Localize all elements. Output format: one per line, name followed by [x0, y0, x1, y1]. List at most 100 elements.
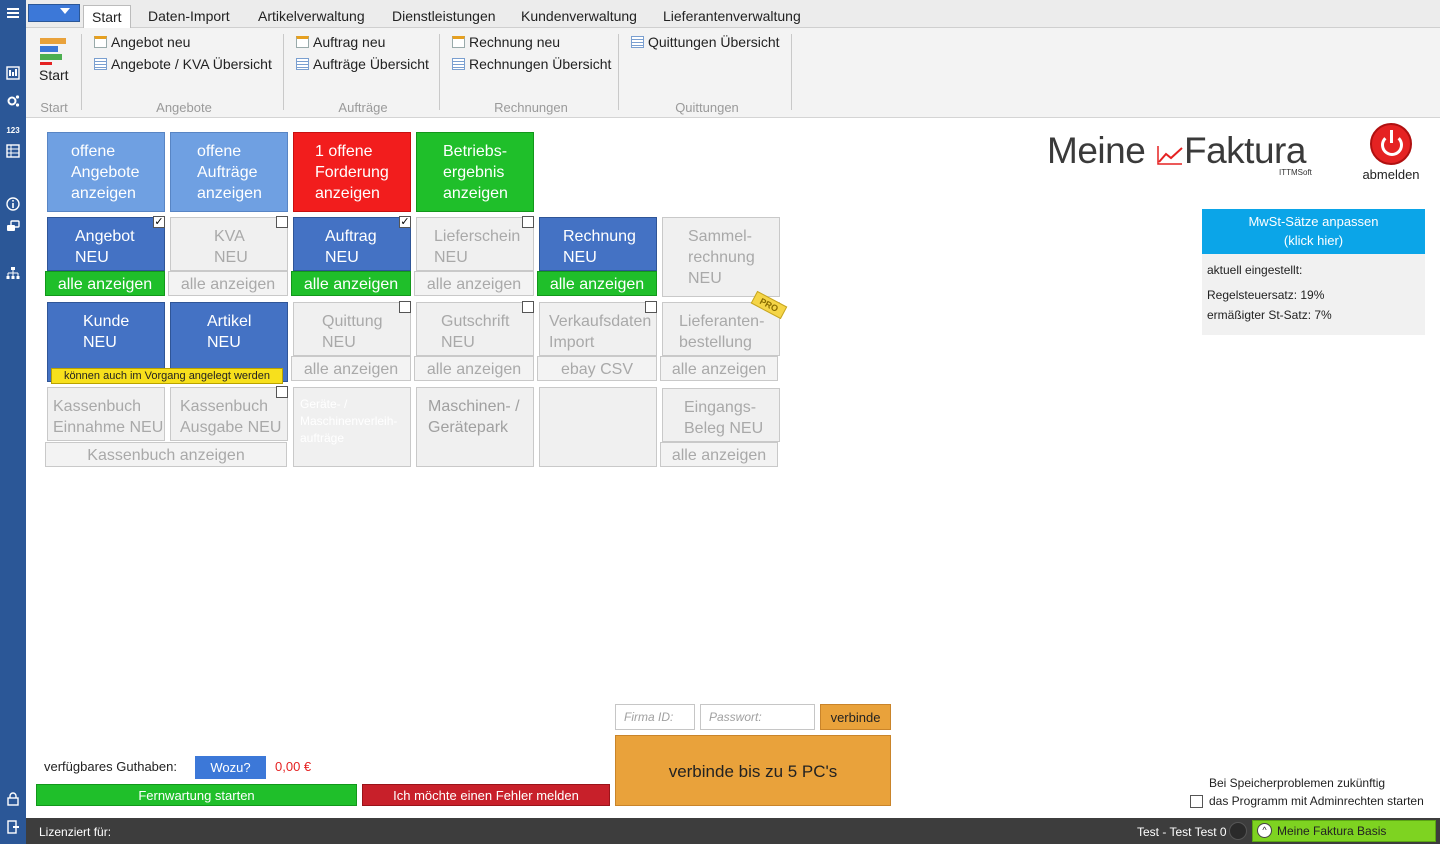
ribbon-separator [791, 34, 792, 110]
info-icon[interactable] [4, 197, 22, 213]
tile-auftrag-neu[interactable]: Auftrag NEU [293, 217, 411, 271]
ribbon-auftrag-neu[interactable]: Auftrag neu [296, 33, 385, 51]
tile-empty [539, 387, 657, 467]
meine-faktura-logo: Meine Faktura ITTMSoft [1047, 130, 1312, 177]
user-label: Test - Test Test 0 [1137, 825, 1227, 839]
eingangsbelege-alle-anzeigen[interactable]: alle anzeigen [660, 442, 778, 467]
firma-id-input[interactable] [615, 704, 695, 730]
angebote-alle-anzeigen[interactable]: alle anzeigen [45, 271, 165, 296]
ribbon-angebot-neu[interactable]: Angebot neu [94, 33, 190, 51]
mwst-anpassen-button[interactable]: MwSt-Sätze anpassen (klick hier) [1202, 209, 1425, 254]
admin-checkbox[interactable] [1190, 795, 1203, 808]
tile-verkaufsdaten-import[interactable]: Verkaufsdaten Import [539, 302, 657, 356]
kva-alle-anzeigen[interactable]: alle anzeigen [168, 271, 288, 296]
tab-artikelverwaltung[interactable]: Artikelverwaltung [258, 5, 365, 28]
network-icon[interactable] [4, 266, 22, 282]
power-icon[interactable] [1370, 123, 1412, 165]
chevron-down-icon [60, 8, 70, 14]
status-bar: Lizenziert für: Test - Test Test 0 ^ Mei… [26, 818, 1440, 844]
table-icon[interactable] [4, 144, 22, 160]
edition-button[interactable]: ^ Meine Faktura Basis [1252, 820, 1436, 842]
tile-maschinen-geraetepark[interactable]: Maschinen- / Gerätepark [416, 387, 534, 467]
lock-icon[interactable] [4, 792, 22, 808]
quittungen-alle-anzeigen[interactable]: alle anzeigen [291, 356, 411, 381]
ribbon-separator [81, 34, 82, 110]
app-menu-button[interactable] [28, 4, 80, 22]
tab-bar: Start Daten-Import Artikelverwaltung Die… [26, 0, 1440, 28]
list-icon [94, 58, 107, 70]
tile-offene-angebote[interactable]: offene Angebote anzeigen [47, 132, 165, 212]
tile-offene-auftraege[interactable]: offene Aufträge anzeigen [170, 132, 288, 212]
chat-icon[interactable] [4, 220, 22, 236]
gutschriften-alle-anzeigen[interactable]: alle anzeigen [414, 356, 534, 381]
ribbon-quittungen-uebersicht[interactable]: Quittungen Übersicht [631, 33, 780, 51]
auftraege-alle-anzeigen[interactable]: alle anzeigen [291, 271, 411, 296]
rechnungen-alle-anzeigen[interactable]: alle anzeigen [537, 271, 657, 296]
numbering-icon[interactable]: 123 [4, 123, 22, 139]
tab-daten-import[interactable]: Daten-Import [148, 5, 230, 28]
verkaufsdaten-checkbox[interactable] [645, 301, 657, 313]
tile-quittung-neu[interactable]: Quittung NEU [293, 302, 411, 356]
ribbon-auftraege-uebersicht[interactable]: Aufträge Übersicht [296, 55, 429, 73]
ribbon-rechnung-neu[interactable]: Rechnung neu [452, 33, 560, 51]
calculator-icon[interactable] [4, 66, 22, 82]
lieferschein-checkbox[interactable] [522, 216, 534, 228]
guthaben-label: verfügbares Guthaben: [44, 759, 177, 774]
tile-lieferantenbestellung[interactable]: Lieferanten-bestellung [662, 302, 780, 356]
passwort-input[interactable] [700, 704, 815, 730]
tile-sammelrechnung-neu[interactable]: Sammel-rechnung NEU [662, 217, 780, 297]
start-icon[interactable] [38, 36, 68, 66]
ribbon-angebote-uebersicht[interactable]: Angebote / KVA Übersicht [94, 55, 272, 73]
ribbon-group-rechnungen: Rechnungen [494, 100, 568, 115]
list-icon [631, 36, 644, 48]
wozu-button[interactable]: Wozu? [195, 756, 266, 779]
status-circle-icon [1229, 822, 1247, 840]
tile-kassenbuch-ausgabe[interactable]: Kassenbuch Ausgabe NEU [170, 387, 288, 441]
settings-icon[interactable] [4, 94, 22, 110]
ebay-csv-button[interactable]: ebay CSV [537, 356, 657, 381]
tile-geraeteverleih[interactable]: Geräte- / Maschinenverleih-aufträge [293, 387, 411, 467]
menu-icon[interactable] [4, 6, 22, 22]
tile-lieferschein-neu[interactable]: Lieferschein NEU [416, 217, 534, 271]
verbinde-button[interactable]: verbinde [820, 704, 891, 730]
multi-pc-button[interactable]: verbinde bis zu 5 PC's [615, 735, 891, 806]
kassenbuch-anzeigen[interactable]: Kassenbuch anzeigen [45, 442, 287, 467]
fehler-melden-button[interactable]: Ich möchte einen Fehler melden [362, 784, 610, 806]
ribbon-start-button[interactable]: Start [39, 66, 69, 84]
admin-hint-line1: Bei Speicherproblemen zukünftig [1209, 776, 1386, 790]
auftrag-checkbox[interactable]: ✓ [399, 216, 411, 228]
kassenbuch-checkbox[interactable] [276, 386, 288, 398]
abmelden-label[interactable]: abmelden [1356, 167, 1426, 182]
left-sidebar: 123 [0, 0, 26, 844]
ribbon-separator [283, 34, 284, 110]
ribbon-group-quittungen: Quittungen [675, 100, 739, 115]
ribbon-group-angebote: Angebote [156, 100, 212, 115]
exit-icon[interactable] [4, 820, 22, 836]
tile-eingangsbeleg-neu[interactable]: Eingangs- Beleg NEU [662, 388, 780, 442]
tab-kundenverwaltung[interactable]: Kundenverwaltung [521, 5, 637, 28]
tile-rechnung-neu[interactable]: Rechnung NEU [539, 217, 657, 271]
ribbon-rechnungen-uebersicht[interactable]: Rechnungen Übersicht [452, 55, 611, 73]
ribbon-group-start: Start [40, 100, 68, 115]
ribbon: Start Angebot neu Angebote / KVA Übersic… [26, 28, 1440, 118]
new-document-icon [94, 36, 107, 48]
quittung-checkbox[interactable] [399, 301, 411, 313]
angebot-checkbox[interactable]: ✓ [153, 216, 165, 228]
tile-gutschrift-neu[interactable]: Gutschrift NEU [416, 302, 534, 356]
fernwartung-button[interactable]: Fernwartung starten [36, 784, 357, 806]
tab-dienstleistungen[interactable]: Dienstleistungen [392, 5, 496, 28]
tile-angebot-neu[interactable]: Angebot NEU [47, 217, 165, 271]
lieferscheine-alle-anzeigen[interactable]: alle anzeigen [414, 271, 534, 296]
ribbon-separator [439, 34, 440, 110]
lizenziert-label: Lizenziert für: [39, 825, 112, 839]
tile-kva-neu[interactable]: KVA NEU [170, 217, 288, 271]
tile-betriebsergebnis[interactable]: Betriebs-ergebnis anzeigen [416, 132, 534, 212]
tab-start[interactable]: Start [83, 5, 131, 28]
gutschrift-checkbox[interactable] [522, 301, 534, 313]
tile-offene-forderung[interactable]: 1 offene Forderung anzeigen [293, 132, 411, 212]
kva-checkbox[interactable] [276, 216, 288, 228]
tile-kassenbuch-einnahme[interactable]: Kassenbuch Einnahme NEU [47, 387, 165, 441]
new-document-icon [452, 36, 465, 48]
tab-lieferantenverwaltung[interactable]: Lieferantenverwaltung [663, 5, 801, 28]
lieferanten-alle-anzeigen[interactable]: alle anzeigen [660, 356, 778, 381]
